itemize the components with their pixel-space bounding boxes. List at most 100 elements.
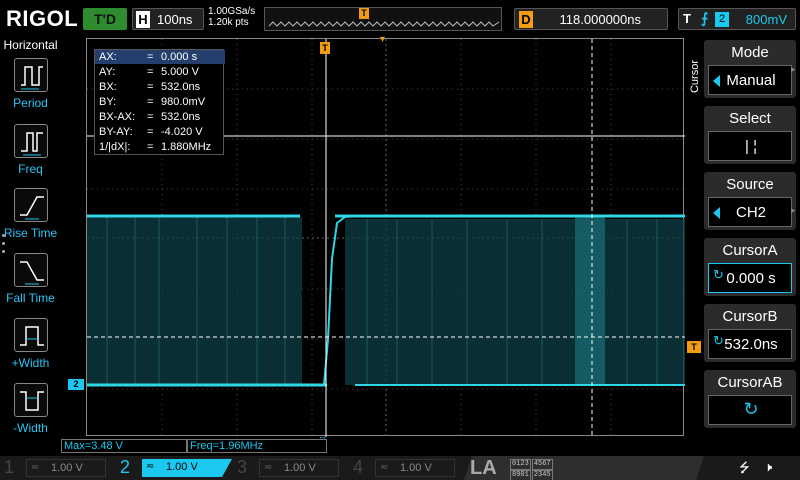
readout-equals: = bbox=[147, 96, 154, 108]
horizontal-center-marker: ▾ bbox=[380, 34, 386, 45]
cursor-source-value-box: CH2 bbox=[708, 197, 792, 227]
readout-equals: = bbox=[147, 141, 154, 153]
cursor-mode-title: Mode bbox=[731, 44, 769, 61]
channel-scale: 1.00 V bbox=[284, 462, 316, 474]
channel-scale: 1.00 V bbox=[166, 461, 198, 473]
cursor-a-handle-icon[interactable]: ↔ bbox=[318, 431, 327, 441]
channel-1[interactable]: 1 ≂ 1.00 V bbox=[0, 456, 115, 480]
cursor-ab-button[interactable]: CursorAB ↻ bbox=[704, 370, 796, 428]
measure-rise-time[interactable]: Rise Time bbox=[0, 188, 61, 240]
active-tab-edge bbox=[222, 459, 232, 477]
readout-value: 0.000 s bbox=[161, 51, 198, 63]
trigger-position-marker: T bbox=[359, 8, 369, 19]
readout-key: BY-AY: bbox=[99, 126, 133, 138]
delay-box[interactable]: D 118.000000ns bbox=[514, 8, 668, 30]
measure-fall-time[interactable]: Fall Time bbox=[0, 253, 61, 305]
readout-equals: = bbox=[147, 81, 154, 93]
measurement-max: Max=3.48 V bbox=[61, 439, 187, 453]
channel-4[interactable]: 4 ≂ 1.00 V bbox=[349, 456, 464, 480]
cursor-mode-value-box: Manual bbox=[708, 65, 792, 95]
readout-key: BY: bbox=[99, 96, 117, 108]
channel-bar: 1 ≂ 1.00 V 2 ≂ 1.00 V 3 ≂ 1.00 V 4 ≂ 1.0… bbox=[0, 456, 800, 480]
sample-rate: 1.00GSa/s bbox=[208, 6, 256, 17]
measure-freq[interactable]: Freq bbox=[0, 124, 61, 176]
cursor-source-value: CH2 bbox=[735, 204, 766, 221]
period-icon bbox=[13, 58, 48, 92]
cursor-select-button[interactable]: Select | ¦ bbox=[704, 106, 796, 164]
fall-time-icon bbox=[13, 253, 48, 287]
memory-waveform bbox=[268, 21, 500, 27]
readout-row: BX-AX: = 532.0ns bbox=[95, 110, 225, 124]
measure-positive-width[interactable]: +Width bbox=[0, 318, 61, 370]
cursor-select-value: | ¦ bbox=[745, 138, 757, 155]
channel-2[interactable]: 2 ≂ 1.00 V bbox=[116, 456, 236, 480]
rotate-knob-icon: ↻ bbox=[743, 399, 759, 419]
cursor-source-title: Source bbox=[726, 176, 774, 193]
readout-value: 5.000 V bbox=[161, 66, 199, 78]
cursor-select-value-box: | ¦ bbox=[708, 131, 792, 161]
negative-width-icon bbox=[13, 383, 48, 417]
measure-menu-title: Horizontal bbox=[3, 38, 58, 52]
positive-width-icon bbox=[13, 318, 48, 352]
run-status-badge[interactable]: T'D bbox=[83, 8, 127, 30]
cursor-source-button[interactable]: Source CH2 bbox=[704, 172, 796, 230]
channel-scale: 1.00 V bbox=[400, 462, 432, 474]
measure-period[interactable]: Period bbox=[0, 58, 61, 110]
trigger-time-marker: T bbox=[320, 42, 330, 54]
readout-key: AX: bbox=[99, 51, 117, 63]
cursor-b-value-box: ↻ 532.0ns bbox=[708, 329, 792, 359]
trigger-label: T bbox=[683, 11, 691, 26]
cursor-select-title: Select bbox=[729, 110, 771, 127]
speaker-muted-icon[interactable]: 🕨 bbox=[764, 459, 772, 475]
cursor-menu-title: Cursor bbox=[689, 60, 701, 94]
channel-number: 4 bbox=[353, 457, 364, 477]
channel-settings: ≂ 1.00 V bbox=[375, 459, 455, 477]
trigger-level: 800mV bbox=[745, 12, 787, 27]
cursor-mode-value: Manual bbox=[726, 72, 776, 89]
channel-3[interactable]: 3 ≂ 1.00 V bbox=[233, 456, 348, 480]
rise-time-icon bbox=[13, 188, 48, 222]
cursor-mode-button[interactable]: Mode Manual bbox=[704, 40, 796, 98]
trigger-level-marker[interactable]: T bbox=[687, 341, 701, 353]
cursor-b-value: 532.0ns bbox=[724, 336, 778, 353]
timebase-value: 100ns bbox=[157, 12, 193, 27]
dc-coupling-icon: ≂ bbox=[146, 461, 155, 472]
trigger-box[interactable]: T ⨍ 2 800mV bbox=[678, 8, 796, 30]
menu-arrow-icon: ▸ bbox=[791, 64, 796, 74]
cursor-ab-title: CursorAB bbox=[717, 374, 783, 391]
readout-row: BX: = 532.0ns bbox=[95, 80, 225, 94]
measure-period-label: Period bbox=[13, 96, 48, 110]
frequency-icon bbox=[13, 124, 48, 158]
dc-coupling-icon: ≂ bbox=[264, 462, 273, 473]
delay-label: D bbox=[519, 11, 533, 28]
readout-value: 1.880MHz bbox=[161, 141, 212, 153]
la-group: 2345 bbox=[531, 470, 553, 480]
cursor-ab-value-box: ↻ bbox=[708, 395, 792, 425]
ch2-offset-marker[interactable]: 2 bbox=[68, 379, 84, 390]
cursor-readout: AX: = 0.000 s AY: = 5.000 V BX: = 532.0ns BY: =… bbox=[94, 49, 225, 155]
cursor-a-button[interactable]: CursorA ↻ 0.000 s bbox=[704, 238, 796, 296]
cursor-b-button[interactable]: CursorB ↻ 532.0ns bbox=[704, 304, 796, 362]
readout-key: AY: bbox=[99, 66, 116, 78]
usb-icon: ⭍ bbox=[739, 460, 750, 475]
readout-value: 532.0ns bbox=[161, 81, 201, 93]
memory-overview[interactable]: T bbox=[264, 7, 502, 31]
measure-negative-width[interactable]: -Width bbox=[0, 383, 61, 435]
readout-equals: = bbox=[147, 66, 154, 78]
readout-equals: = bbox=[147, 111, 154, 123]
readout-row: BY: = 980.0mV bbox=[95, 95, 225, 109]
measure-positive-width-label: +Width bbox=[11, 356, 50, 370]
measure-negative-width-label: -Width bbox=[13, 421, 48, 435]
channel-number: 3 bbox=[237, 457, 248, 477]
rising-edge-icon: ⨍ bbox=[701, 10, 709, 26]
readout-row: 1/|dX|: = 1.880MHz bbox=[95, 140, 225, 154]
cursor-a-title: CursorA bbox=[722, 242, 778, 259]
measurement-freq: Freq=1.96MHz bbox=[187, 439, 327, 453]
dc-coupling-icon: ≂ bbox=[31, 462, 40, 473]
cursor-a-value: 0.000 s bbox=[726, 270, 776, 287]
measure-menu: Horizontal Period Freq Rise Time Fall Ti… bbox=[0, 38, 61, 456]
la-group: 0123 bbox=[510, 459, 531, 470]
horizontal-label: H bbox=[136, 11, 150, 28]
timebase-box[interactable]: H 100ns bbox=[132, 8, 204, 30]
logic-analyzer-button[interactable]: LA bbox=[470, 457, 497, 480]
